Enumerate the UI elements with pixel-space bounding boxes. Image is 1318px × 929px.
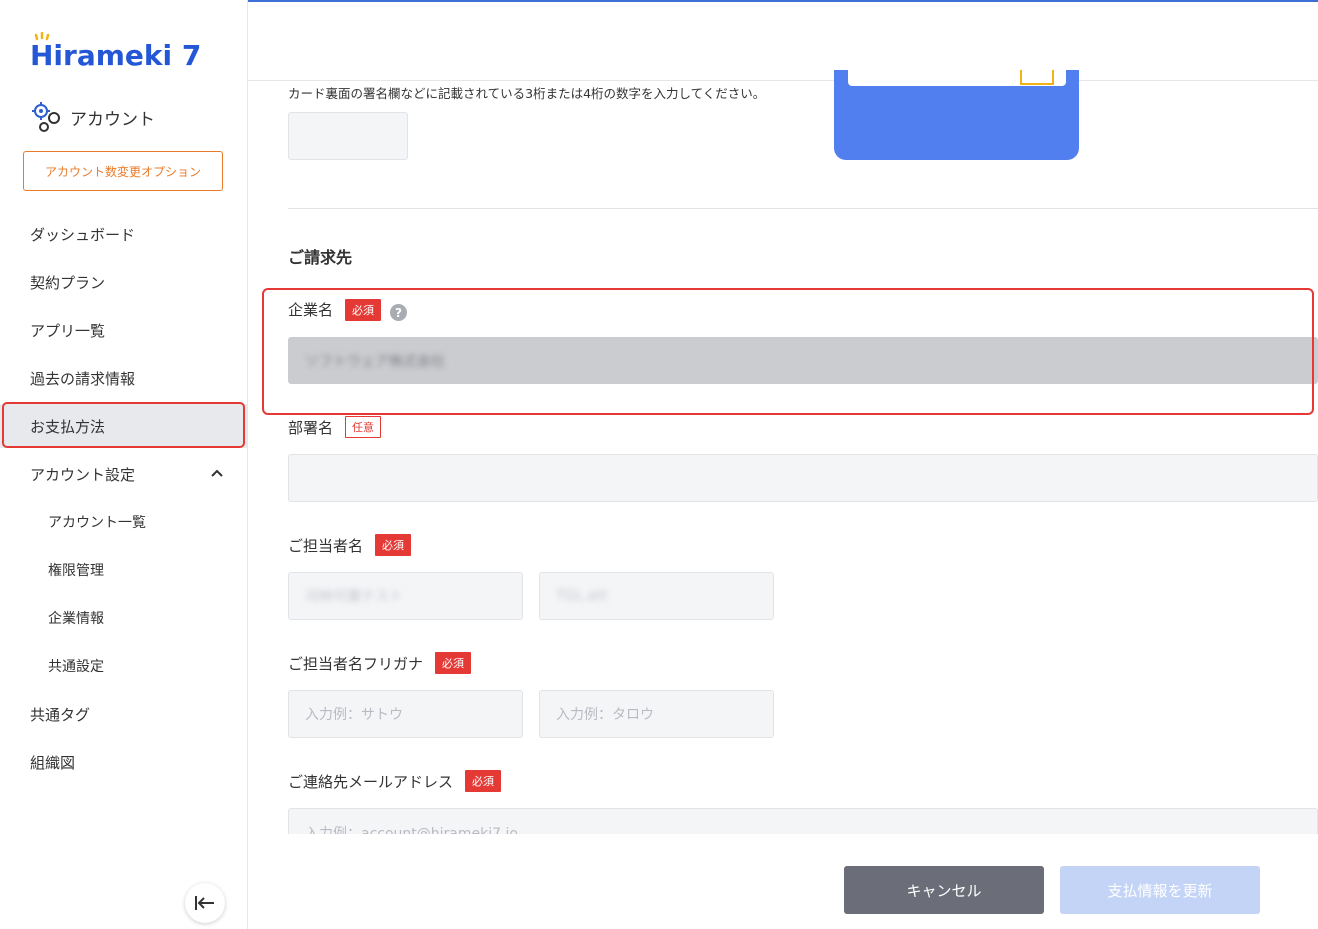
header-divider	[248, 80, 1318, 81]
payment-method-highlight	[2, 402, 245, 448]
cancel-button[interactable]: キャンセル	[844, 866, 1044, 914]
cvc-marker	[1020, 70, 1054, 85]
account-option-button[interactable]: アカウント数変更オプション	[23, 151, 223, 191]
required-badge: 必須	[435, 652, 472, 674]
contact-first-name-value: TGL.att	[556, 588, 608, 604]
department-input[interactable]	[288, 454, 1318, 502]
chevron-up-icon	[211, 469, 223, 477]
sidebar-item-company-info[interactable]: 企業情報	[0, 596, 247, 640]
update-payment-button[interactable]: 支払情報を更新	[1060, 866, 1260, 914]
billing-section-title: ご請求先	[288, 248, 353, 267]
email-label: ご連絡先メールアドレス 必須	[288, 770, 502, 792]
sidebar-item-billing-history[interactable]: 過去の請求情報	[0, 356, 247, 400]
contact-kana-label: ご担当者名フリガナ 必須	[288, 652, 472, 674]
section-divider	[288, 208, 1318, 209]
cvc-input[interactable]	[288, 112, 408, 160]
contact-first-name-input[interactable]: TGL.att	[539, 572, 774, 620]
account-settings-label: アカウント設定	[30, 465, 136, 484]
card-back-illustration	[834, 70, 1079, 160]
account-label: アカウント	[70, 109, 155, 130]
sidebar-item-account-settings[interactable]: アカウント設定	[0, 452, 247, 496]
required-badge: 必須	[465, 770, 502, 792]
svg-text:Hirameki 7: Hirameki 7	[30, 39, 200, 72]
sidebar-item-app-list[interactable]: アプリ一覧	[0, 308, 247, 352]
hirameki-logo-icon: Hirameki 7	[30, 32, 200, 72]
collapse-arrow-icon	[195, 896, 214, 910]
sidebar-item-common-settings[interactable]: 共通設定	[0, 644, 247, 688]
required-badge: 必須	[375, 534, 412, 556]
gears-icon	[32, 102, 60, 132]
contact-kana-label-text: ご担当者名フリガナ	[288, 654, 424, 673]
contact-last-kana-placeholder: 入力例：サトウ	[305, 707, 403, 723]
collapse-sidebar-button[interactable]	[185, 883, 225, 923]
logo[interactable]: Hirameki 7	[30, 32, 200, 72]
account-header: アカウント	[30, 100, 155, 134]
department-label: 部署名 任意	[288, 416, 382, 438]
contact-last-name-input[interactable]: 河林可蘭テスト	[288, 572, 523, 620]
optional-badge: 任意	[345, 416, 382, 438]
email-label-text: ご連絡先メールアドレス	[288, 772, 454, 791]
contact-name-label-text: ご担当者名	[288, 536, 364, 555]
sidebar-item-contract-plan[interactable]: 契約プラン	[0, 260, 247, 304]
contact-last-kana-input[interactable]: 入力例：サトウ	[288, 690, 523, 738]
contact-first-kana-placeholder: 入力例：タロウ	[556, 707, 654, 723]
sidebar-item-org-chart[interactable]: 組織図	[0, 740, 247, 784]
contact-first-kana-input[interactable]: 入力例：タロウ	[539, 690, 774, 738]
contact-last-name-value: 河林可蘭テスト	[305, 589, 403, 605]
sidebar-item-account-list[interactable]: アカウント一覧	[0, 500, 247, 544]
sidebar-item-permissions[interactable]: 権限管理	[0, 548, 247, 592]
company-field-highlight	[262, 288, 1314, 415]
department-label-text: 部署名	[288, 418, 334, 437]
contact-name-label: ご担当者名 必須	[288, 534, 412, 556]
sidebar-item-dashboard[interactable]: ダッシュボード	[0, 212, 247, 256]
sidebar: Hirameki 7 アカウント アカウント数変更オプション ダッシュボード 契…	[0, 0, 248, 929]
cvc-hint-text: カード裏面の署名欄などに記載されている3桁または4桁の数字を入力してください。	[288, 86, 766, 101]
sidebar-item-common-tags[interactable]: 共通タグ	[0, 692, 247, 736]
